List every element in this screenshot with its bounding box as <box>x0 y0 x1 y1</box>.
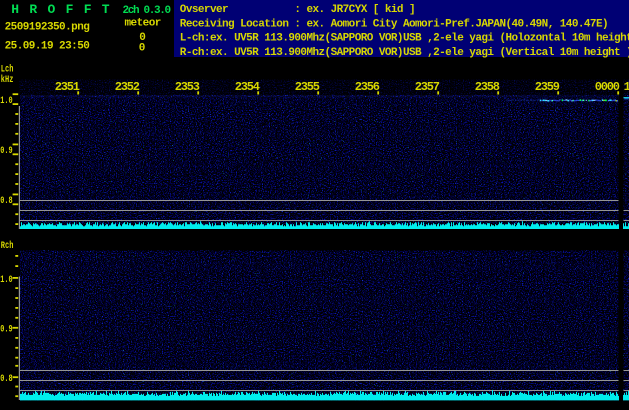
svg-text:0: 0 <box>139 43 145 55</box>
svg-text:L-ch:ex. UV5R 113.900Mhz(SAPPO: L-ch:ex. UV5R 113.900Mhz(SAPPORO VOR)USB… <box>180 33 629 45</box>
svg-text:O: O <box>48 2 56 17</box>
svg-text:meteor: meteor <box>125 17 161 29</box>
svg-text:0.9: 0.9 <box>0 145 12 157</box>
svg-text:Rch: Rch <box>1 240 14 252</box>
svg-text:Ovserver : ex. JR7CY: Ovserver : ex. JR7CYX [ kid ] <box>180 4 415 16</box>
svg-text:2357: 2357 <box>415 80 440 94</box>
svg-text:1.0: 1.0 <box>0 274 12 286</box>
svg-text:0000: 0000 <box>595 80 620 94</box>
svg-text:2351: 2351 <box>55 80 80 94</box>
svg-text:0.9: 0.9 <box>0 324 12 336</box>
svg-text:kHz: kHz <box>1 74 14 86</box>
svg-text:2355: 2355 <box>295 80 320 94</box>
svg-text:2354: 2354 <box>235 80 260 94</box>
svg-text:R: R <box>29 2 37 17</box>
svg-text:2ch 0.3.0: 2ch 0.3.0 <box>123 5 171 17</box>
svg-text:10s: 10s <box>624 80 629 94</box>
svg-text:2359: 2359 <box>535 80 560 94</box>
svg-text:2358: 2358 <box>475 80 500 94</box>
svg-text:Receiving Location : ex. Aomor: Receiving Location : ex. Aomori City Aom… <box>180 18 608 30</box>
svg-text:1.0: 1.0 <box>0 95 12 107</box>
svg-text:25.09.19 23:50: 25.09.19 23:50 <box>5 41 90 53</box>
svg-text:H: H <box>11 2 19 17</box>
svg-text:2356: 2356 <box>355 80 380 94</box>
svg-text:2352: 2352 <box>115 80 140 94</box>
svg-text:2509192350.png: 2509192350.png <box>5 21 90 33</box>
svg-text:T: T <box>102 2 110 17</box>
svg-text:F: F <box>84 2 92 17</box>
svg-text:R-ch:ex. UV5R 113.900Mhz(SAPPO: R-ch:ex. UV5R 113.900Mhz(SAPPORO VOR)USB… <box>180 47 629 59</box>
svg-text:0.8: 0.8 <box>0 195 12 207</box>
svg-text:0.8: 0.8 <box>0 373 12 385</box>
svg-text:2353: 2353 <box>175 80 200 94</box>
svg-text:F: F <box>66 2 74 17</box>
